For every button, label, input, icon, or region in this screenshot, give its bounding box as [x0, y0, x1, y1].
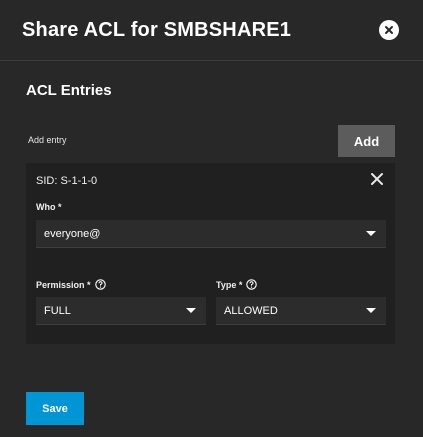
who-select-value: everyone@ — [44, 227, 101, 240]
chevron-down-icon — [366, 231, 376, 236]
type-select[interactable]: ALLOWED — [216, 297, 386, 325]
add-button[interactable]: Add — [338, 125, 395, 157]
acl-entry-card: SID: S-1-1-0 Who * everyone@ Permission … — [26, 163, 395, 344]
help-icon[interactable] — [94, 279, 106, 290]
dialog-title: Share ACL for SMBSHARE1 — [22, 18, 292, 41]
permission-select[interactable]: FULL — [36, 297, 206, 325]
close-icon — [371, 173, 383, 185]
type-select-value: ALLOWED — [224, 304, 278, 317]
who-select[interactable]: everyone@ — [36, 220, 386, 248]
permission-select-value: FULL — [44, 304, 71, 317]
close-button[interactable] — [379, 20, 399, 40]
dialog-header: Share ACL for SMBSHARE1 — [0, 0, 423, 61]
close-icon — [385, 26, 393, 34]
permission-label: Permission * — [36, 279, 106, 290]
sid-label: SID: S-1-1-0 — [36, 175, 98, 187]
who-label: Who * — [36, 202, 62, 212]
save-button[interactable]: Save — [26, 392, 84, 425]
type-label: Type * — [216, 279, 258, 290]
chevron-down-icon — [366, 308, 376, 313]
permission-label-text: Permission * — [36, 279, 91, 290]
acl-entries-title: ACL Entries — [26, 82, 112, 99]
chevron-down-icon — [186, 308, 196, 313]
type-label-text: Type * — [216, 279, 243, 290]
add-entry-label: Add entry — [28, 135, 67, 145]
help-icon[interactable] — [246, 279, 258, 290]
share-acl-dialog: Share ACL for SMBSHARE1 ACL Entries Add … — [0, 0, 423, 437]
who-label-text: Who * — [36, 202, 62, 212]
remove-entry-button[interactable] — [369, 171, 385, 187]
